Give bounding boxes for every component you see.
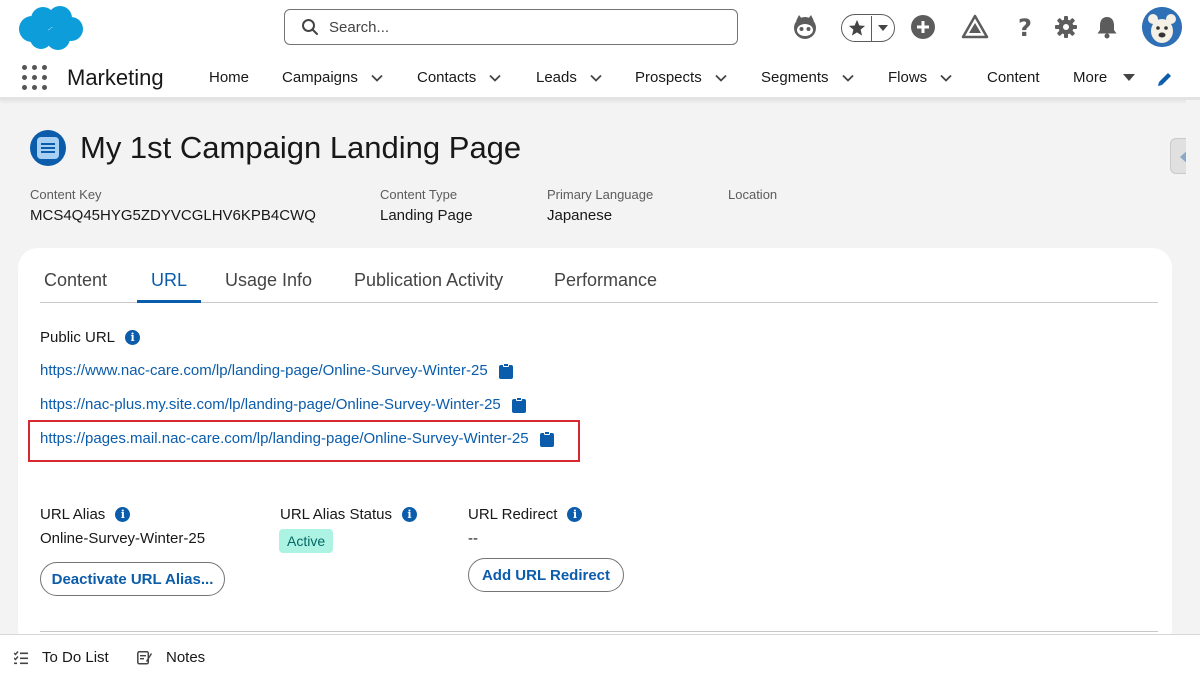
search-input[interactable] <box>329 18 709 36</box>
page-scrollbar[interactable] <box>1186 100 1200 634</box>
field-content-key: Content Key MCS4Q45HYG5ZDYVCGLHV6KPB4CWQ <box>30 187 316 224</box>
chevron-down-icon[interactable] <box>488 71 502 85</box>
global-header: ? <box>0 0 1200 56</box>
url-alias-section: URL Alias i <box>40 506 131 523</box>
chevron-down-icon[interactable] <box>589 71 603 85</box>
app-name: Marketing <box>67 65 164 90</box>
url-alias-status-label: URL Alias Status <box>280 506 392 523</box>
field-label: Location <box>728 187 778 202</box>
page-title: My 1st Campaign Landing Page <box>80 130 522 165</box>
nav-item-label: Contacts <box>417 69 477 86</box>
nav-item-label: Campaigns <box>282 69 358 86</box>
nav-item-label: Leads <box>536 69 577 86</box>
public-url-section: Public URL i <box>40 329 141 346</box>
nav-item-contacts[interactable]: Contacts <box>417 69 502 86</box>
trailhead-icon[interactable] <box>960 12 990 42</box>
salesforce-logo[interactable] <box>16 5 84 51</box>
public-url-link[interactable]: https://www.nac-care.com/lp/landing-page… <box>40 362 488 379</box>
url-card: Content URL Usage Info Publication Activ… <box>18 248 1172 648</box>
url-redirect-label: URL Redirect <box>468 506 558 523</box>
tab-publication-activity[interactable]: Publication Activity <box>354 270 503 303</box>
user-avatar[interactable] <box>1142 7 1182 47</box>
favorites-group <box>841 14 895 42</box>
caret-down-icon <box>1123 74 1136 81</box>
add-url-redirect-button[interactable]: Add URL Redirect <box>468 558 624 592</box>
info-icon[interactable]: i <box>567 507 583 522</box>
help-icon[interactable]: ? <box>1010 12 1040 42</box>
checklist-icon <box>14 650 28 664</box>
field-label: Content Key <box>30 187 102 202</box>
highlight-box <box>28 420 580 462</box>
nav-item-flows[interactable]: Flows <box>888 69 953 86</box>
info-icon[interactable]: i <box>402 507 417 522</box>
nav-item-campaigns[interactable]: Campaigns <box>282 69 384 86</box>
utility-bar: To Do List Notes <box>0 634 1200 677</box>
copy-clipboard-icon[interactable] <box>498 362 513 379</box>
nav-item-label: Home <box>209 69 250 86</box>
global-add-icon[interactable] <box>908 12 938 42</box>
global-search[interactable] <box>284 9 738 45</box>
utility-item-label: To Do List <box>42 649 109 666</box>
app-nav-bar: Marketing Home Campaigns Contacts Leads … <box>0 56 1200 100</box>
public-url-label: Public URL <box>40 329 116 346</box>
chevron-down-icon[interactable] <box>841 71 855 85</box>
nav-item-label: Segments <box>761 69 829 86</box>
favorites-star-icon[interactable] <box>842 15 872 41</box>
nav-item-leads[interactable]: Leads <box>536 69 603 86</box>
nav-item-home[interactable]: Home <box>209 69 249 86</box>
url-redirect-section: URL Redirect i <box>468 506 583 523</box>
public-url-row: https://www.nac-care.com/lp/landing-page… <box>40 362 513 379</box>
url-alias-status-section: URL Alias Status i <box>280 506 417 523</box>
nav-item-label: Content <box>987 69 1040 86</box>
chevron-down-icon[interactable] <box>939 71 953 85</box>
field-value: Japanese <box>547 207 613 224</box>
public-url-link[interactable]: https://nac-plus.my.site.com/lp/landing-… <box>40 396 501 413</box>
field-label: Primary Language <box>547 187 654 202</box>
utility-notes[interactable]: Notes <box>137 649 205 666</box>
nav-item-label: Flows <box>888 69 928 86</box>
field-content-type: Content Type Landing Page <box>380 187 473 224</box>
nav-item-label: Prospects <box>635 69 702 86</box>
nav-more-label: More <box>1073 69 1108 86</box>
edit-pencil-icon[interactable] <box>1156 70 1174 88</box>
nav-more-menu[interactable]: More <box>1073 69 1136 86</box>
tab-content[interactable]: Content <box>44 270 107 303</box>
search-icon <box>302 19 318 35</box>
public-url-row: https://nac-plus.my.site.com/lp/landing-… <box>40 396 526 413</box>
utility-todo-list[interactable]: To Do List <box>14 649 109 666</box>
info-icon[interactable]: i <box>115 507 131 522</box>
field-value: MCS4Q45HYG5ZDYVCGLHV6KPB4CWQ <box>30 207 316 224</box>
tab-url[interactable]: URL <box>137 270 202 303</box>
nav-item-prospects[interactable]: Prospects <box>635 69 728 86</box>
url-alias-label: URL Alias <box>40 506 106 523</box>
chevron-down-icon[interactable] <box>714 71 728 85</box>
url-redirect-value: -- <box>468 530 478 547</box>
tab-usage-info[interactable]: Usage Info <box>225 270 312 303</box>
landing-page-icon <box>30 130 66 166</box>
deactivate-url-alias-button[interactable]: Deactivate URL Alias... <box>40 562 225 596</box>
notes-icon <box>137 651 152 665</box>
notifications-bell-icon[interactable] <box>1092 12 1122 42</box>
app-launcher-icon[interactable] <box>22 65 48 91</box>
tab-bar: Content URL Usage Info Publication Activ… <box>40 248 1158 303</box>
info-icon[interactable]: i <box>125 330 141 345</box>
favorites-dropdown-icon[interactable] <box>872 16 894 41</box>
setup-gear-icon[interactable] <box>1051 12 1081 42</box>
field-value: Landing Page <box>380 207 473 224</box>
tab-performance[interactable]: Performance <box>554 270 657 303</box>
copy-clipboard-icon[interactable] <box>511 396 526 413</box>
field-location: Location <box>728 187 777 207</box>
utility-item-label: Notes <box>166 649 206 666</box>
status-badge: Active <box>279 529 334 553</box>
field-primary-language: Primary Language Japanese <box>547 187 653 224</box>
einstein-icon[interactable] <box>790 12 820 42</box>
svg-text:?: ? <box>1018 14 1032 40</box>
chevron-down-icon[interactable] <box>370 71 384 85</box>
field-label: Content Type <box>380 187 458 202</box>
url-alias-value: Online-Survey-Winter-25 <box>40 530 206 547</box>
divider <box>40 631 1158 632</box>
nav-item-segments[interactable]: Segments <box>761 69 855 86</box>
nav-item-content[interactable]: Content <box>987 69 1040 86</box>
